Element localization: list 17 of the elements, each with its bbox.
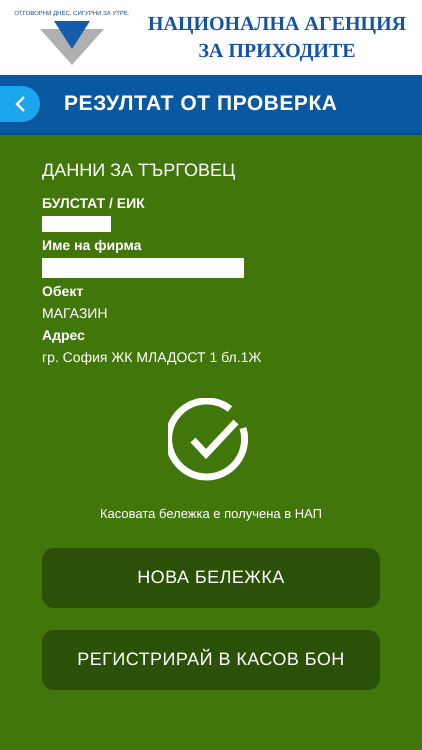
field-value: гр. София ЖК МЛАДОСТ 1 бл.1Ж (42, 348, 262, 367)
field-label: БУЛСТАТ / ЕИК (42, 194, 146, 213)
section-heading: ДАННИ ЗА ТЪРГОВЕЦ (42, 159, 236, 182)
screen-title: РЕЗУЛТАТ ОТ ПРОВЕРКА (64, 91, 338, 118)
field-value: МАГАЗИН (42, 304, 108, 323)
status-message: Касовата бележка е получена в НАП (98, 505, 324, 523)
agency-name: ЗА ПРИХОДИТЕ (198, 38, 356, 64)
agency-name: НАЦИОНАЛНА АГЕНЦИЯ (148, 12, 406, 36)
logo-icon (40, 19, 104, 65)
field-label: Име на фирма (42, 236, 142, 255)
field-label: Адрес (42, 326, 86, 345)
back-icon (14, 95, 26, 113)
back-button[interactable] (0, 86, 40, 122)
field-label: Обект (42, 282, 84, 301)
redaction-bar (42, 216, 111, 232)
action-button[interactable]: НОВА БЕЛЕЖКА (42, 548, 380, 608)
action-button[interactable]: РЕГИСТРИРАЙ В КАСОВ БОН (42, 630, 380, 690)
